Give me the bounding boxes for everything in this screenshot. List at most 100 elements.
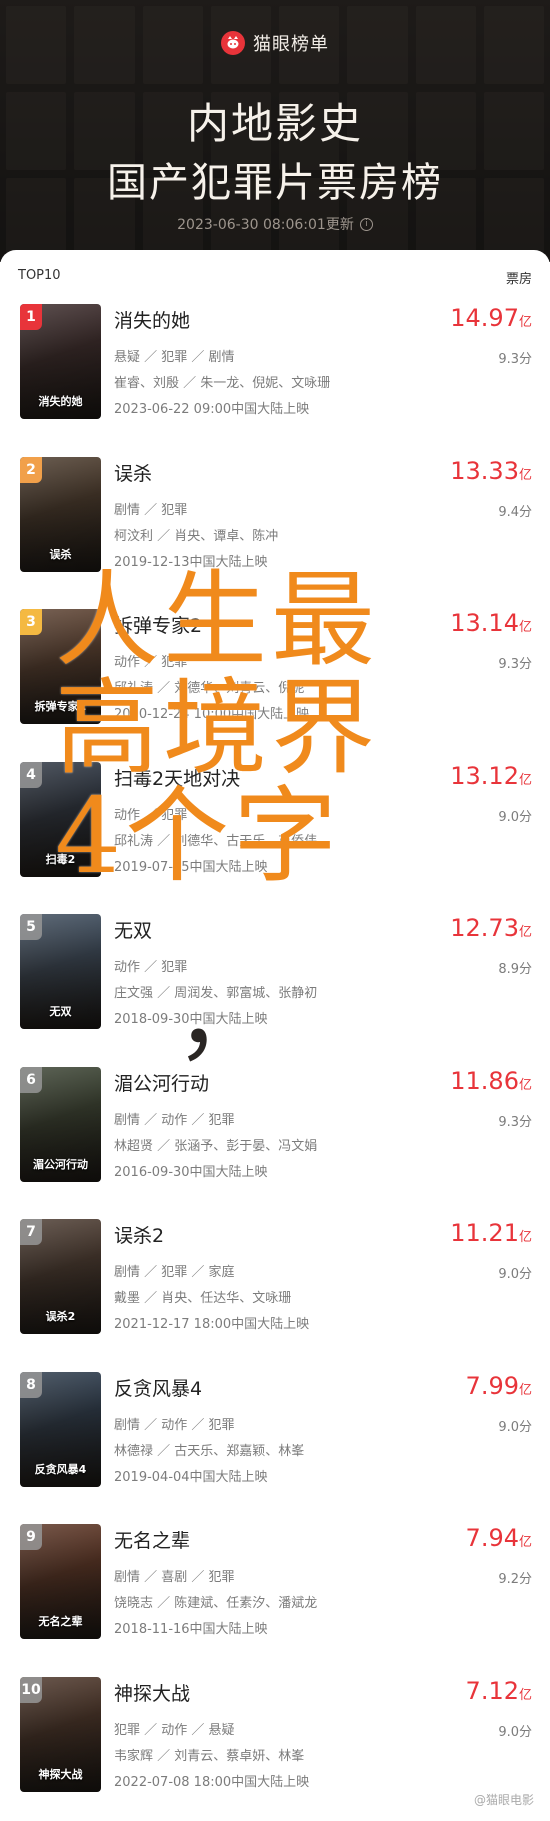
overlay-line-3: 4个字 xyxy=(55,782,495,890)
brand-name: 猫眼榜单 xyxy=(253,30,329,56)
box-office-value: 7.99 xyxy=(466,1372,519,1400)
movie-genres: 剧情 ／ 犯罪 xyxy=(114,499,187,518)
movie-rating: 9.0分 xyxy=(498,1721,532,1740)
poster-title: 反贪风暴4 xyxy=(20,1461,101,1477)
movie-rating: 9.2分 xyxy=(498,1568,532,1587)
list-label-box-office: 票房 xyxy=(506,268,532,287)
movie-rating: 9.0分 xyxy=(498,1263,532,1282)
movie-genres: 剧情 ／ 喜剧 ／ 犯罪 xyxy=(114,1566,235,1585)
movie-rating: 9.3分 xyxy=(498,348,532,367)
movie-poster[interactable]: 误杀 2 xyxy=(20,457,101,572)
box-office-unit: 亿 xyxy=(519,620,532,635)
overlay-line-2: 高境界 xyxy=(55,674,495,782)
box-office-value: 11.86 xyxy=(450,1067,519,1095)
movie-rating: 9.3分 xyxy=(498,653,532,672)
movie-cast: 韦家辉 ／ 刘青云、蔡卓妍、林峯 xyxy=(114,1745,304,1764)
box-office-unit: 亿 xyxy=(519,1535,532,1550)
movie-cast: 崔睿、刘殷 ／ 朱一龙、倪妮、文咏珊 xyxy=(114,372,330,391)
movie-rating: 9.3分 xyxy=(498,1111,532,1130)
update-time-row: 2023-06-30 08:06:01更新 i xyxy=(0,214,550,234)
movie-title[interactable]: 误杀2 xyxy=(114,1221,164,1248)
box-office-unit: 亿 xyxy=(519,468,532,483)
box-office-unit: 亿 xyxy=(519,1230,532,1245)
box-office: 13.33亿 xyxy=(450,457,532,485)
header-banner: 猫眼榜单 内地影史 国产犯罪片票房榜 2023-06-30 08:06:01更新… xyxy=(0,0,550,262)
movie-title[interactable]: 无名之辈 xyxy=(114,1526,190,1553)
movie-cast: 戴墨 ／ 肖央、任达华、文咏珊 xyxy=(114,1287,291,1306)
movie-title[interactable]: 无双 xyxy=(114,916,152,943)
movie-poster[interactable]: 无名之辈 9 xyxy=(20,1524,101,1639)
list-item[interactable]: 无双 5 无双 动作 ／ 犯罪 庄文强 ／ 周润发、郭富城、张静初 2018-0… xyxy=(0,906,550,1059)
movie-list: 消失的她 1 消失的她 悬疑 ／ 犯罪 ／ 剧情 崔睿、刘殷 ／ 朱一龙、倪妮、… xyxy=(0,296,550,1821)
info-icon[interactable]: i xyxy=(360,218,373,231)
watermark: @猫眼电影 xyxy=(474,1791,534,1808)
box-office-value: 7.12 xyxy=(466,1677,519,1705)
rank-badge: 1 xyxy=(20,304,42,330)
box-office: 7.99亿 xyxy=(466,1372,532,1400)
box-office-unit: 亿 xyxy=(519,925,532,940)
movie-title[interactable]: 误杀 xyxy=(114,459,152,486)
maoyan-logo-icon xyxy=(221,31,245,55)
rank-badge: 9 xyxy=(20,1524,42,1550)
overlay-line-1: 人生最 xyxy=(55,566,495,674)
poster-title: 消失的她 xyxy=(20,393,101,409)
list-item[interactable]: 消失的她 1 消失的她 悬疑 ／ 犯罪 ／ 剧情 崔睿、刘殷 ／ 朱一龙、倪妮、… xyxy=(0,296,550,449)
box-office-unit: 亿 xyxy=(519,1688,532,1703)
list-item[interactable]: 误杀2 7 误杀2 剧情 ／ 犯罪 ／ 家庭 戴墨 ／ 肖央、任达华、文咏珊 2… xyxy=(0,1211,550,1364)
movie-genres: 剧情 ／ 犯罪 ／ 家庭 xyxy=(114,1261,235,1280)
movie-release: 2016-09-30中国大陆上映 xyxy=(114,1161,268,1180)
list-item[interactable]: 反贪风暴4 8 反贪风暴4 剧情 ／ 动作 ／ 犯罪 林德禄 ／ 古天乐、郑嘉颖… xyxy=(0,1364,550,1517)
movie-rating: 8.9分 xyxy=(498,958,532,977)
movie-title[interactable]: 神探大战 xyxy=(114,1679,190,1706)
update-time: 2023-06-30 08:06:01更新 xyxy=(177,214,354,234)
box-office-unit: 亿 xyxy=(519,1078,532,1093)
box-office-unit: 亿 xyxy=(519,773,532,788)
rank-badge: 8 xyxy=(20,1372,42,1398)
box-office-value: 7.94 xyxy=(466,1524,519,1552)
movie-poster[interactable]: 神探大战 10 xyxy=(20,1677,101,1792)
box-office: 7.94亿 xyxy=(466,1524,532,1552)
movie-release: 2023-06-22 09:00中国大陆上映 xyxy=(114,398,309,417)
movie-title[interactable]: 消失的她 xyxy=(114,306,190,333)
box-office-value: 11.21 xyxy=(450,1219,519,1247)
movie-cast: 林德禄 ／ 古天乐、郑嘉颖、林峯 xyxy=(114,1440,304,1459)
brand: 猫眼榜单 xyxy=(0,30,550,56)
box-office: 7.12亿 xyxy=(466,1677,532,1705)
movie-release: 2021-12-17 18:00中国大陆上映 xyxy=(114,1313,309,1332)
rank-badge: 3 xyxy=(20,609,42,635)
box-office: 11.21亿 xyxy=(450,1219,532,1247)
poster-title: 神探大战 xyxy=(20,1766,101,1782)
movie-genres: 犯罪 ／ 动作 ／ 悬疑 xyxy=(114,1719,235,1738)
movie-poster[interactable]: 反贪风暴4 8 xyxy=(20,1372,101,1487)
list-item[interactable]: 湄公河行动 6 湄公河行动 剧情 ／ 动作 ／ 犯罪 林超贤 ／ 张涵予、彭于晏… xyxy=(0,1059,550,1212)
movie-release: 2018-11-16中国大陆上映 xyxy=(114,1618,268,1637)
movie-cast: 林超贤 ／ 张涵予、彭于晏、冯文娟 xyxy=(114,1135,317,1154)
box-office-value: 14.97 xyxy=(450,304,519,332)
rank-badge: 5 xyxy=(20,914,42,940)
movie-release: 2022-07-08 18:00中国大陆上映 xyxy=(114,1771,309,1790)
list-item[interactable]: 无名之辈 9 无名之辈 剧情 ／ 喜剧 ／ 犯罪 饶晓志 ／ 陈建斌、任素汐、潘… xyxy=(0,1516,550,1669)
poster-title: 无双 xyxy=(20,1003,101,1019)
box-office-unit: 亿 xyxy=(519,315,532,330)
movie-title[interactable]: 反贪风暴4 xyxy=(114,1374,202,1401)
page-subtitle: 国产犯罪片票房榜 xyxy=(0,150,550,208)
list-header: TOP10 票房 xyxy=(18,268,532,287)
overlay-text: 人生最 高境界 4个字 xyxy=(55,566,495,890)
movie-cast: 柯汶利 ／ 肖央、谭卓、陈冲 xyxy=(114,525,278,544)
movie-poster[interactable]: 消失的她 1 xyxy=(20,304,101,419)
movie-poster[interactable]: 无双 5 xyxy=(20,914,101,1029)
rank-badge: 4 xyxy=(20,762,42,788)
movie-rating: 9.0分 xyxy=(498,806,532,825)
movie-genres: 剧情 ／ 动作 ／ 犯罪 xyxy=(114,1414,235,1433)
list-label-top10: TOP10 xyxy=(18,268,61,287)
box-office-value: 13.33 xyxy=(450,457,519,485)
movie-rating: 9.0分 xyxy=(498,1416,532,1435)
movie-poster[interactable]: 湄公河行动 6 xyxy=(20,1067,101,1182)
overlay-comma: ， xyxy=(175,970,271,1066)
movie-release: 2019-04-04中国大陆上映 xyxy=(114,1466,268,1485)
box-office-value: 12.73 xyxy=(450,914,519,942)
list-item[interactable]: 神探大战 10 神探大战 犯罪 ／ 动作 ／ 悬疑 韦家辉 ／ 刘青云、蔡卓妍、… xyxy=(0,1669,550,1821)
box-office-unit: 亿 xyxy=(519,1383,532,1398)
movie-poster[interactable]: 误杀2 7 xyxy=(20,1219,101,1334)
rank-badge: 10 xyxy=(20,1677,42,1703)
